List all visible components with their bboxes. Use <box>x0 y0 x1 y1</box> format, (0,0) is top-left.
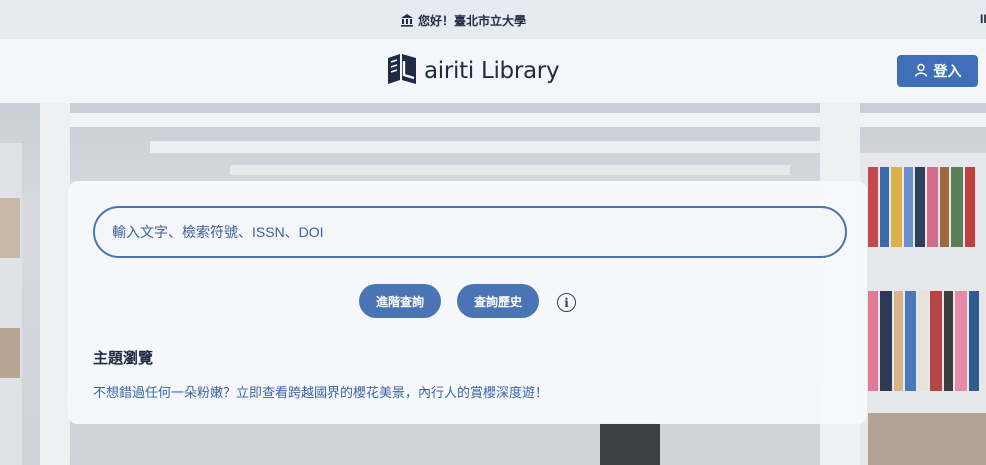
airiti-logo[interactable]: airiti Library <box>386 53 560 90</box>
institution-text: 您好！臺北市立大學 <box>418 13 527 28</box>
book-logo-icon <box>386 53 418 90</box>
logo-text: airiti Library <box>424 58 560 84</box>
login-button[interactable]: 登入 <box>897 55 978 87</box>
topic-browse-heading: 主題瀏覽 <box>93 350 154 367</box>
search-history-button[interactable]: 查詢歷史 <box>457 284 539 318</box>
search-card: 進階查詢 查詢歷史 i 主題瀏覽 不想錯過任何一朵粉嫩？立即查看跨越國界的櫻花美… <box>68 181 867 424</box>
site-header: airiti Library 登入 <box>0 39 986 103</box>
user-icon <box>914 63 928 80</box>
institution-greeting: 您好！臺北市立大學 <box>400 12 526 28</box>
search-box[interactable] <box>93 206 847 258</box>
info-icon[interactable]: i <box>557 293 576 312</box>
top-bar: 您好！臺北市立大學 II <box>0 0 986 39</box>
search-input[interactable] <box>112 224 845 240</box>
advanced-search-button[interactable]: 進階查詢 <box>359 284 441 318</box>
topic-link[interactable]: 不想錯過任何一朵粉嫩？立即查看跨越國界的櫻花美景，內行人的賞櫻深度遊！ <box>93 382 548 401</box>
topbar-menu-fragment[interactable]: II <box>980 12 986 26</box>
institution-icon <box>400 13 414 27</box>
login-label: 登入 <box>933 63 962 79</box>
